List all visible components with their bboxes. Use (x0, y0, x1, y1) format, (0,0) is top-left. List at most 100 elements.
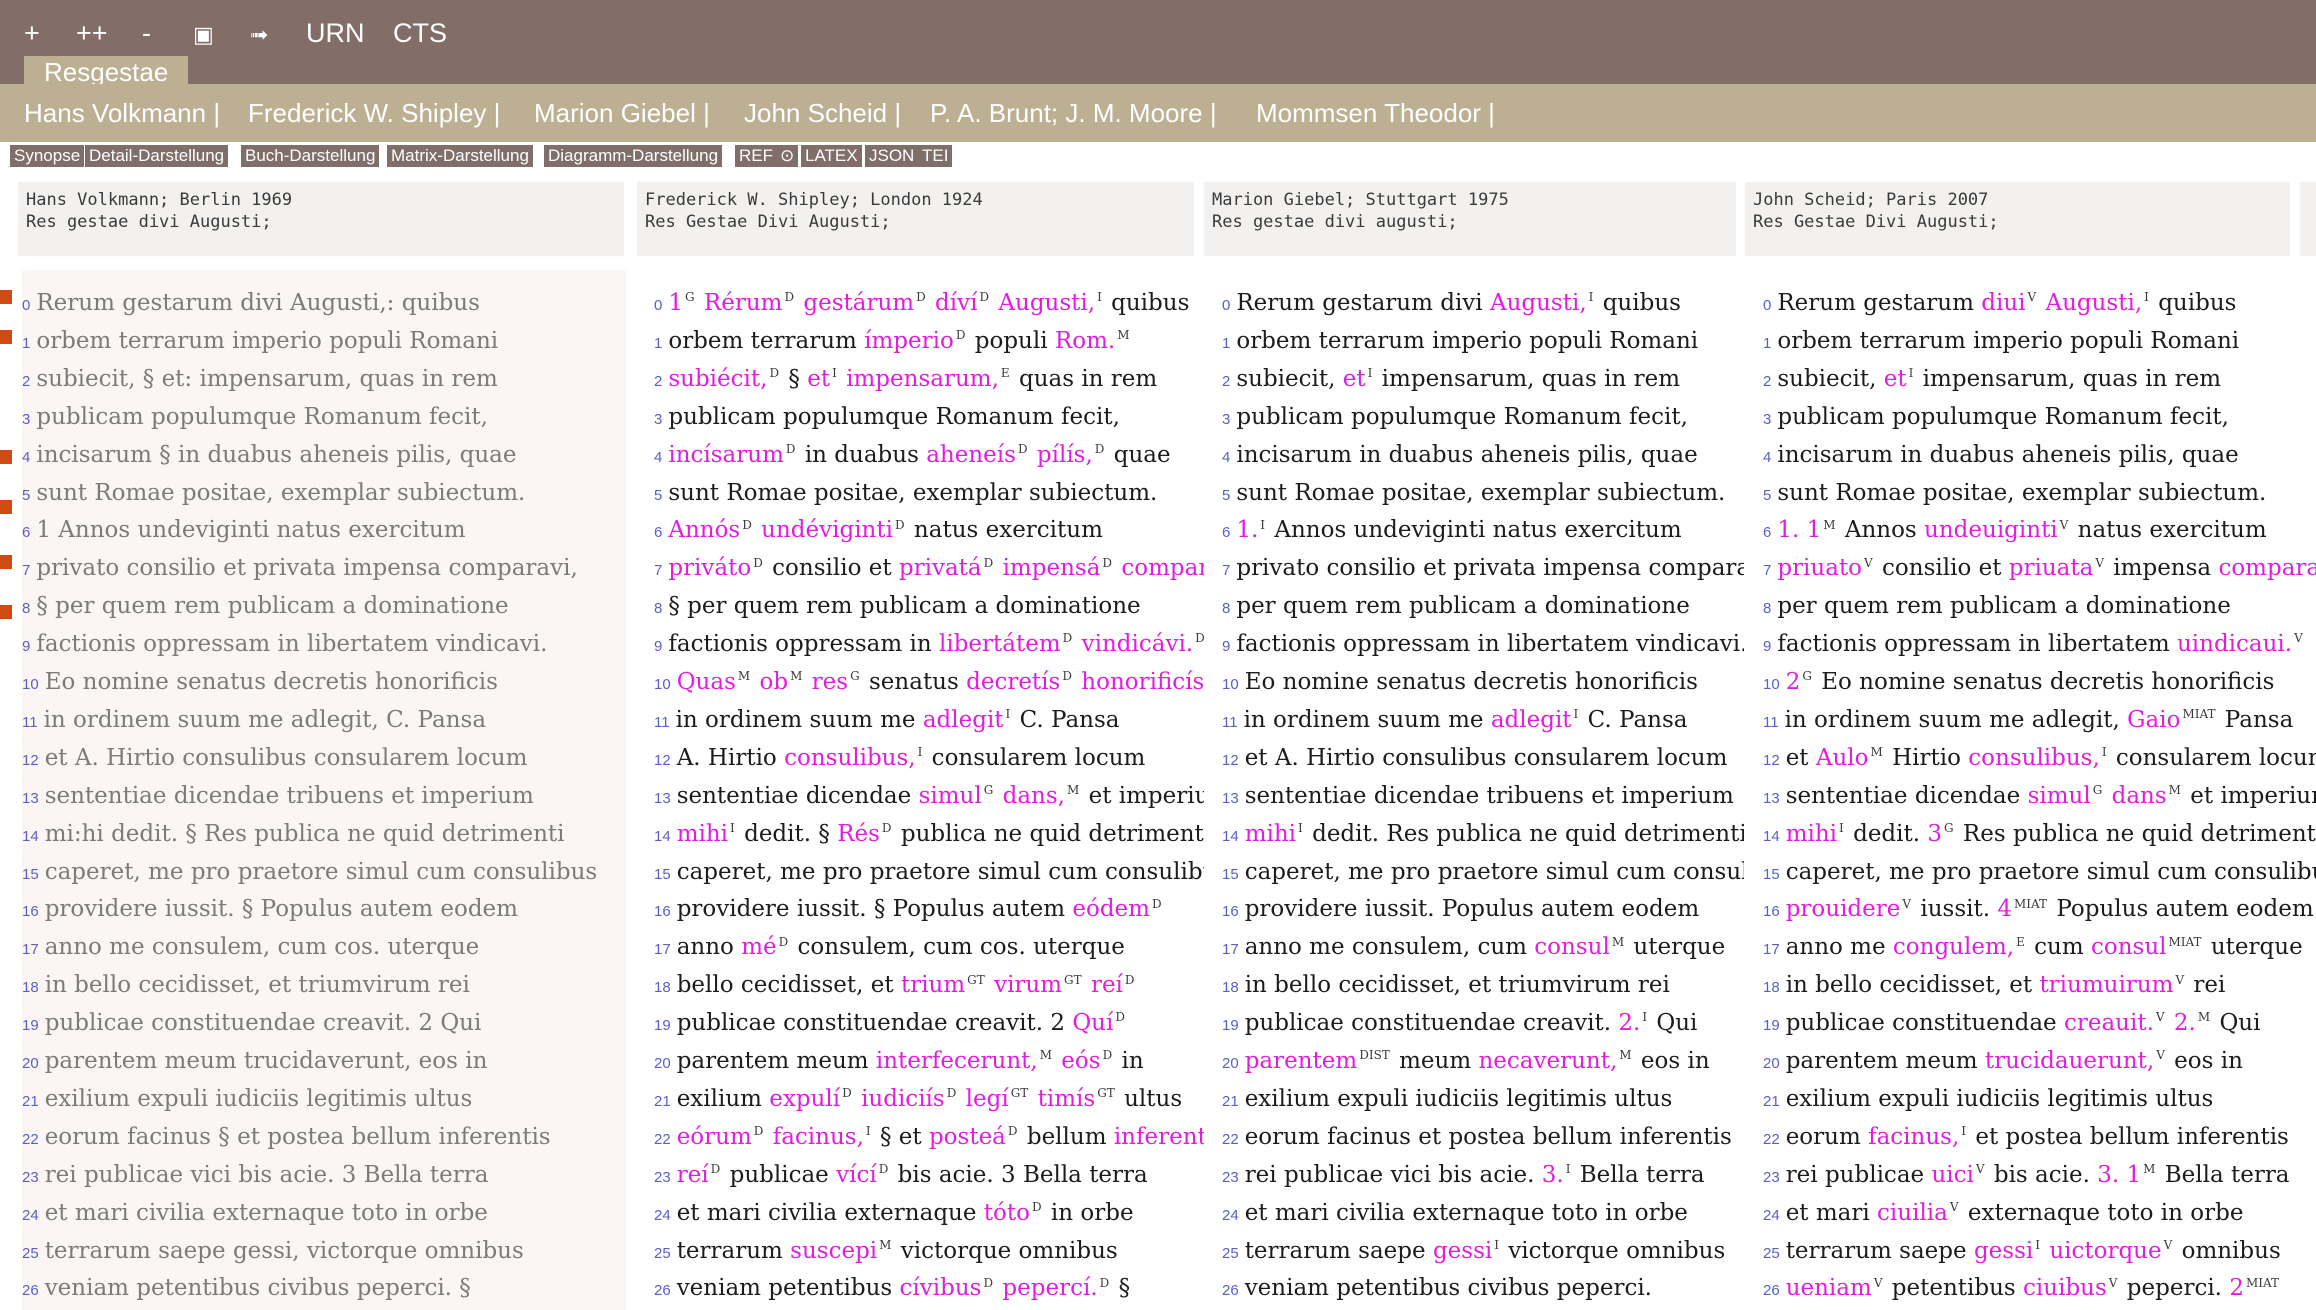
collapse-button[interactable]: - (142, 18, 151, 49)
expand-button[interactable]: + (24, 18, 40, 49)
author-link-giebel[interactable]: Marion Giebel | (534, 98, 710, 129)
variant-word[interactable]: 1. (1236, 517, 1258, 543)
tab-resgestae[interactable]: Resgestae (24, 56, 189, 87)
variant-word[interactable]: ob (759, 669, 788, 695)
variant-word[interactable]: ciuilia (1877, 1200, 1948, 1226)
variant-word[interactable]: honorificís (1081, 669, 1204, 695)
variant-word[interactable]: priváto (668, 555, 751, 581)
variant-word[interactable]: consul (1534, 934, 1610, 960)
cts-button[interactable]: CTS (393, 18, 447, 49)
variant-word[interactable]: decretís (966, 669, 1060, 695)
variant-word[interactable]: interfecerunt, (876, 1048, 1038, 1074)
variant-word[interactable]: ímperio (864, 328, 954, 354)
variant-word[interactable]: Annós (668, 517, 740, 543)
view-synopse-button[interactable]: Synopse (10, 145, 85, 167)
variant-word[interactable]: ueniam (1786, 1275, 1872, 1301)
author-link-volkmann[interactable]: Hans Volkmann | (24, 98, 220, 129)
view-detail-button[interactable]: Detail-Darstellung (85, 145, 229, 167)
variant-word[interactable]: consulibus, (1968, 745, 2100, 771)
settings-icon[interactable] (0, 290, 12, 304)
latex-button[interactable]: LATEX (801, 145, 862, 167)
variant-word[interactable]: diui (1981, 290, 2025, 316)
variant-word[interactable]: vící (836, 1162, 877, 1188)
urn-button[interactable]: URN (306, 18, 365, 49)
variant-word[interactable]: 1 (668, 290, 683, 316)
variant-word[interactable]: parentem (1245, 1048, 1358, 1074)
variant-word[interactable]: et (807, 366, 830, 392)
variant-word[interactable]: dans (2112, 783, 2167, 809)
variant-word[interactable]: Quas (677, 669, 736, 695)
variant-word[interactable]: uici (1931, 1162, 1973, 1188)
variant-word[interactable]: Quí (1072, 1010, 1113, 1036)
arrow-icon[interactable]: ➟ (250, 22, 268, 48)
variant-word[interactable]: mihi (1245, 821, 1296, 847)
variant-word[interactable]: incísarum (668, 442, 784, 468)
variant-word[interactable]: virum (994, 972, 1062, 998)
variant-word[interactable]: priuata (2009, 555, 2094, 581)
variant-word[interactable]: trucidauerunt, (1985, 1048, 2154, 1074)
window-icon[interactable]: ▣ (193, 22, 214, 48)
variant-word[interactable]: tóto (984, 1200, 1030, 1226)
variant-word[interactable]: libertátem (939, 631, 1061, 657)
variant-word[interactable]: congulem, (1893, 934, 2014, 960)
expand-all-button[interactable]: ++ (76, 18, 108, 49)
variant-word[interactable]: mé (741, 934, 776, 960)
variant-word[interactable]: pepercí. (1002, 1275, 1097, 1301)
variant-word[interactable]: Augusti, (998, 290, 1095, 316)
variant-word[interactable]: 1. 1 (1777, 517, 1821, 543)
camera-icon[interactable]: ⊙ (776, 145, 799, 167)
variant-word[interactable]: gessi (1974, 1238, 2033, 1264)
print-icon[interactable] (0, 450, 12, 464)
tei-button[interactable]: TEI (918, 145, 953, 167)
variant-word[interactable]: consulibus, (784, 745, 916, 771)
variant-word[interactable]: eódem (1072, 896, 1150, 922)
variant-word[interactable]: pílís, (1037, 442, 1093, 468)
variant-word[interactable]: mihi (1786, 821, 1837, 847)
view-matrix-button[interactable]: Matrix-Darstellung (387, 145, 533, 167)
variant-word[interactable]: simul (2028, 783, 2091, 809)
variant-word[interactable]: uindicaui. (2177, 631, 2292, 657)
variant-word[interactable]: 2. (1618, 1010, 1640, 1036)
variant-word[interactable]: ciuibus (2023, 1275, 2107, 1301)
variant-word[interactable]: comparávi, (1121, 555, 1204, 581)
json-button[interactable]: JSON (865, 145, 919, 167)
variant-word[interactable]: adlegit (923, 707, 1004, 733)
variant-word[interactable]: impensá (1003, 555, 1101, 581)
variant-word[interactable]: Rom. (1055, 328, 1115, 354)
view-diagramm-button[interactable]: Diagramm-Darstellung (544, 145, 723, 167)
variant-word[interactable]: Rérum (704, 290, 783, 316)
variant-word[interactable]: cívibus (900, 1275, 982, 1301)
note-icon[interactable] (0, 500, 12, 514)
tool-icon[interactable] (0, 330, 12, 344)
variant-word[interactable]: facinus, (773, 1124, 864, 1150)
variant-word[interactable]: aheneís (926, 442, 1016, 468)
variant-word[interactable]: iudiciís (861, 1086, 945, 1112)
variant-word[interactable]: eós (1061, 1048, 1100, 1074)
variant-word[interactable]: Aulo (1816, 745, 1869, 771)
variant-word[interactable]: 4 (1997, 896, 2012, 922)
variant-word[interactable]: comparaui, (2218, 555, 2316, 581)
variant-word[interactable]: et (1343, 366, 1366, 392)
variant-word[interactable]: necaverunt, (1478, 1048, 1617, 1074)
variant-word[interactable]: adlegit (1491, 707, 1572, 733)
variant-word[interactable]: triumuirum (2039, 972, 2173, 998)
variant-word[interactable]: dans, (1003, 783, 1065, 809)
view-buch-button[interactable]: Buch-Darstellung (241, 145, 380, 167)
variant-word[interactable]: reí (1091, 972, 1123, 998)
ref-button[interactable]: REF (735, 145, 777, 167)
variant-word[interactable]: priuato (1777, 555, 1862, 581)
variant-word[interactable]: privatá (899, 555, 982, 581)
variant-word[interactable]: posteá (929, 1124, 1006, 1150)
variant-word[interactable]: 3 (1927, 821, 1942, 847)
variant-word[interactable]: reí (677, 1162, 709, 1188)
variant-word[interactable]: prouidere (1786, 896, 1901, 922)
variant-word[interactable]: subiécit, (668, 366, 767, 392)
variant-word[interactable]: expulí (769, 1086, 840, 1112)
variant-word[interactable]: 2. (2174, 1010, 2196, 1036)
variant-word[interactable]: gessi (1433, 1238, 1492, 1264)
variant-word[interactable]: 2 (1786, 669, 1801, 695)
variant-word[interactable]: uictorque (2049, 1238, 2161, 1264)
author-link-brunt-moore[interactable]: P. A. Brunt; J. M. Moore | (930, 98, 1217, 129)
variant-word[interactable]: Augusti, (2045, 290, 2142, 316)
variant-word[interactable]: timís (1038, 1086, 1096, 1112)
